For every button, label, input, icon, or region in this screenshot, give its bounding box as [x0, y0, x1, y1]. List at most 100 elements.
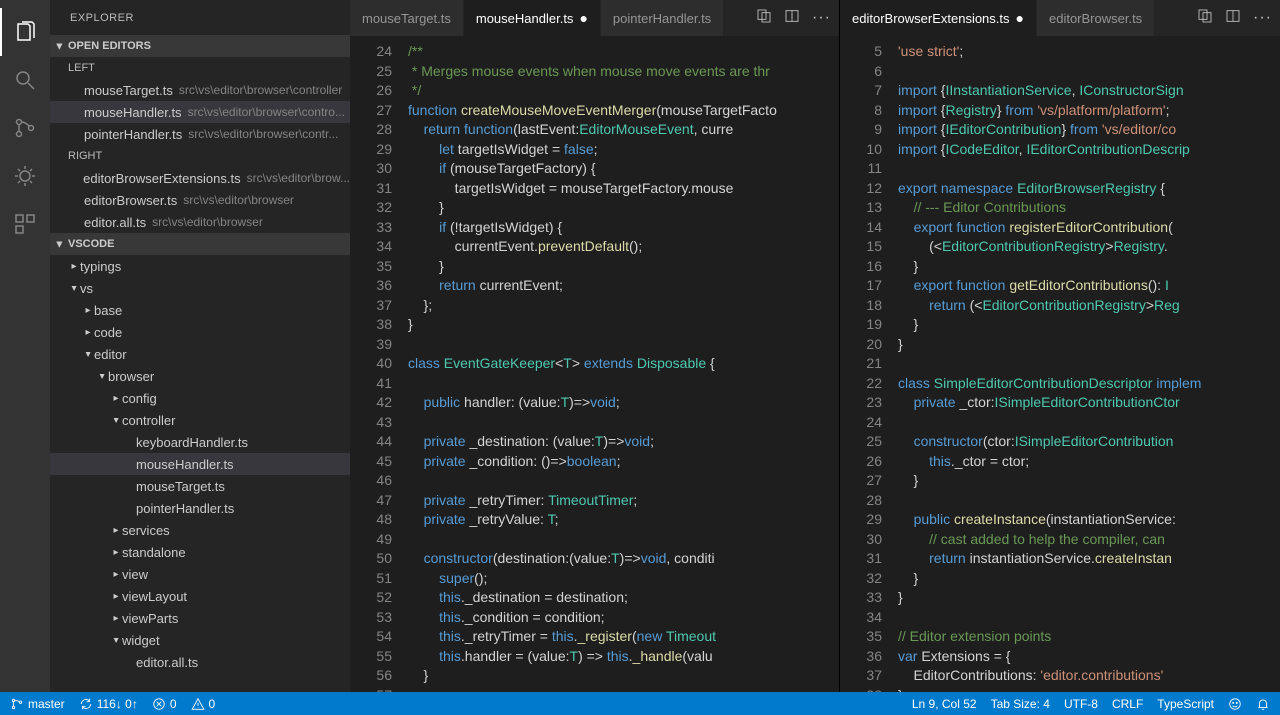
split-icon[interactable]: [1225, 8, 1241, 29]
open-editor-item[interactable]: ×mouseHandler.tssrc\vs\editor\browser\co…: [50, 101, 350, 123]
editor-tab[interactable]: pointerHandler.ts: [601, 0, 724, 36]
tree-folder[interactable]: ▸widget: [50, 629, 350, 651]
statusbar: master 116↓ 0↑ 0 0 Ln 9, Col 52 Tab Size…: [0, 692, 1280, 715]
chevron-icon: ▸: [82, 327, 94, 338]
warnings-count[interactable]: 0: [191, 697, 216, 711]
tree-label: view: [122, 567, 148, 582]
tree-file[interactable]: editor.all.ts: [50, 651, 350, 673]
compare-icon[interactable]: [756, 8, 772, 29]
tree-file[interactable]: mouseTarget.ts: [50, 475, 350, 497]
encoding[interactable]: UTF-8: [1064, 697, 1098, 711]
extensions-icon[interactable]: [0, 200, 50, 248]
eol[interactable]: CRLF: [1112, 697, 1143, 711]
chevron-icon: ▸: [82, 305, 94, 316]
tree-label: editor.all.ts: [136, 655, 198, 670]
tree-file[interactable]: keyboardHandler.ts: [50, 431, 350, 453]
editor-tab[interactable]: editorBrowser.ts: [1037, 0, 1155, 36]
dirty-indicator: ●: [579, 10, 587, 26]
open-editor-name: editorBrowser.ts: [84, 193, 177, 208]
notifications-icon[interactable]: [1256, 697, 1270, 711]
tree-folder[interactable]: ▸typings: [50, 255, 350, 277]
tabbar-left: mouseTarget.ts mouseHandler.ts● pointerHan…: [350, 0, 839, 36]
tree-folder[interactable]: ▸viewLayout: [50, 585, 350, 607]
chevron-icon: ▸: [110, 591, 122, 602]
open-editor-item[interactable]: ×editorBrowser.tssrc\vs\editor\browser: [50, 189, 350, 211]
language-mode[interactable]: TypeScript: [1157, 697, 1214, 711]
open-editor-item[interactable]: ×editor.all.tssrc\vs\editor\browser: [50, 211, 350, 233]
tree-folder[interactable]: ▸base: [50, 299, 350, 321]
chevron-icon: ▸: [110, 613, 122, 624]
git-icon[interactable]: [0, 104, 50, 152]
open-editor-name: editor.all.ts: [84, 215, 146, 230]
tree-label: widget: [122, 633, 160, 648]
git-sync[interactable]: 116↓ 0↑: [79, 697, 138, 711]
open-editor-path: src\vs\editor\browser\contro...: [188, 105, 345, 119]
tree-label: keyboardHandler.ts: [136, 435, 248, 450]
debug-icon[interactable]: [0, 152, 50, 200]
open-editor-path: src\vs\editor\browser: [183, 193, 294, 207]
tab-size[interactable]: Tab Size: 4: [991, 697, 1050, 711]
git-branch[interactable]: master: [10, 697, 65, 711]
tree-folder[interactable]: ▸viewParts: [50, 607, 350, 629]
search-icon[interactable]: [0, 56, 50, 104]
tree-label: standalone: [122, 545, 186, 560]
group-left-label: LEFT: [50, 57, 350, 79]
tree-folder[interactable]: ▸code: [50, 321, 350, 343]
chevron-icon: ▸: [110, 525, 122, 536]
editor-pane-right: editorBrowserExtensions.ts●editorBrowser…: [840, 0, 1280, 692]
chevron-icon: ▸: [110, 393, 122, 404]
tab-label: mouseTarget.ts: [362, 11, 451, 26]
open-editor-path: src\vs\editor\browser\contr...: [188, 127, 338, 141]
tree-folder[interactable]: ▸config: [50, 387, 350, 409]
open-editor-name: mouseTarget.ts: [84, 83, 173, 98]
more-icon[interactable]: ···: [812, 9, 831, 27]
chevron-icon: ▸: [111, 414, 122, 426]
editor-tab[interactable]: editorBrowserExtensions.ts ●: [840, 0, 1037, 36]
tree-folder[interactable]: ▸services: [50, 519, 350, 541]
line-gutter: 24 25 26 27 28 29 30 31 32 33 34 35 36 3…: [350, 36, 408, 692]
activity-bar: [0, 0, 50, 692]
cursor-position[interactable]: Ln 9, Col 52: [912, 697, 977, 711]
tree-folder[interactable]: ▸controller: [50, 409, 350, 431]
split-icon[interactable]: [784, 8, 800, 29]
tab-label: editorBrowserExtensions.ts: [852, 11, 1010, 26]
chevron-icon: ▸: [110, 569, 122, 580]
open-editor-item[interactable]: ×mouseTarget.tssrc\vs\editor\browser\con…: [50, 79, 350, 101]
tree-label: config: [122, 391, 157, 406]
tree-folder[interactable]: ▸vs: [50, 277, 350, 299]
tree-label: mouseHandler.ts: [136, 457, 234, 472]
editor-pane-left: mouseTarget.ts mouseHandler.ts● pointerHan…: [350, 0, 840, 692]
tree-folder[interactable]: ▸browser: [50, 365, 350, 387]
more-icon[interactable]: ···: [1253, 9, 1272, 27]
tree-label: pointerHandler.ts: [136, 501, 234, 516]
open-editor-item[interactable]: ×editorBrowserExtensions.tssrc\vs\editor…: [50, 167, 350, 189]
feedback-icon[interactable]: [1228, 697, 1242, 711]
open-editors-header[interactable]: ▸OPEN EDITORS: [50, 35, 350, 57]
code-area-left[interactable]: 24 25 26 27 28 29 30 31 32 33 34 35 36 3…: [350, 36, 839, 692]
chevron-icon: ▸: [83, 348, 94, 360]
editor-tab[interactable]: mouseTarget.ts: [350, 0, 464, 36]
errors-count[interactable]: 0: [152, 697, 177, 711]
dirty-indicator: ●: [1016, 10, 1024, 26]
code-content[interactable]: 'use strict'; import {IInstantiationServ…: [898, 36, 1280, 692]
tree-file[interactable]: mouseHandler.ts: [50, 453, 350, 475]
explorer-icon[interactable]: [0, 8, 50, 56]
tree-folder[interactable]: ▸standalone: [50, 541, 350, 563]
open-editor-path: src\vs\editor\brow...: [247, 171, 350, 185]
tree-label: code: [94, 325, 122, 340]
tree-folder[interactable]: ▸view: [50, 563, 350, 585]
tab-label: pointerHandler.ts: [613, 11, 711, 26]
editor-area: mouseTarget.ts mouseHandler.ts● pointerHan…: [350, 0, 1280, 692]
sidebar-title: EXPLORER: [50, 0, 350, 35]
editor-tab[interactable]: mouseHandler.ts●: [464, 0, 601, 36]
tree-label: viewParts: [122, 611, 178, 626]
tree-file[interactable]: pointerHandler.ts: [50, 497, 350, 519]
code-content[interactable]: /** * Merges mouse events when mouse mov…: [408, 36, 839, 692]
code-area-right[interactable]: 5 6 7 8 9 10 11 12 13 14 15 16 17 18 19 …: [840, 36, 1280, 692]
vscode-root-header[interactable]: ▸VSCODE: [50, 233, 350, 255]
compare-icon[interactable]: [1197, 8, 1213, 29]
tree-folder[interactable]: ▸editor: [50, 343, 350, 365]
open-editor-name: editorBrowserExtensions.ts: [83, 171, 241, 186]
tree-label: vs: [80, 281, 93, 296]
open-editor-item[interactable]: ×pointerHandler.tssrc\vs\editor\browser\…: [50, 123, 350, 145]
